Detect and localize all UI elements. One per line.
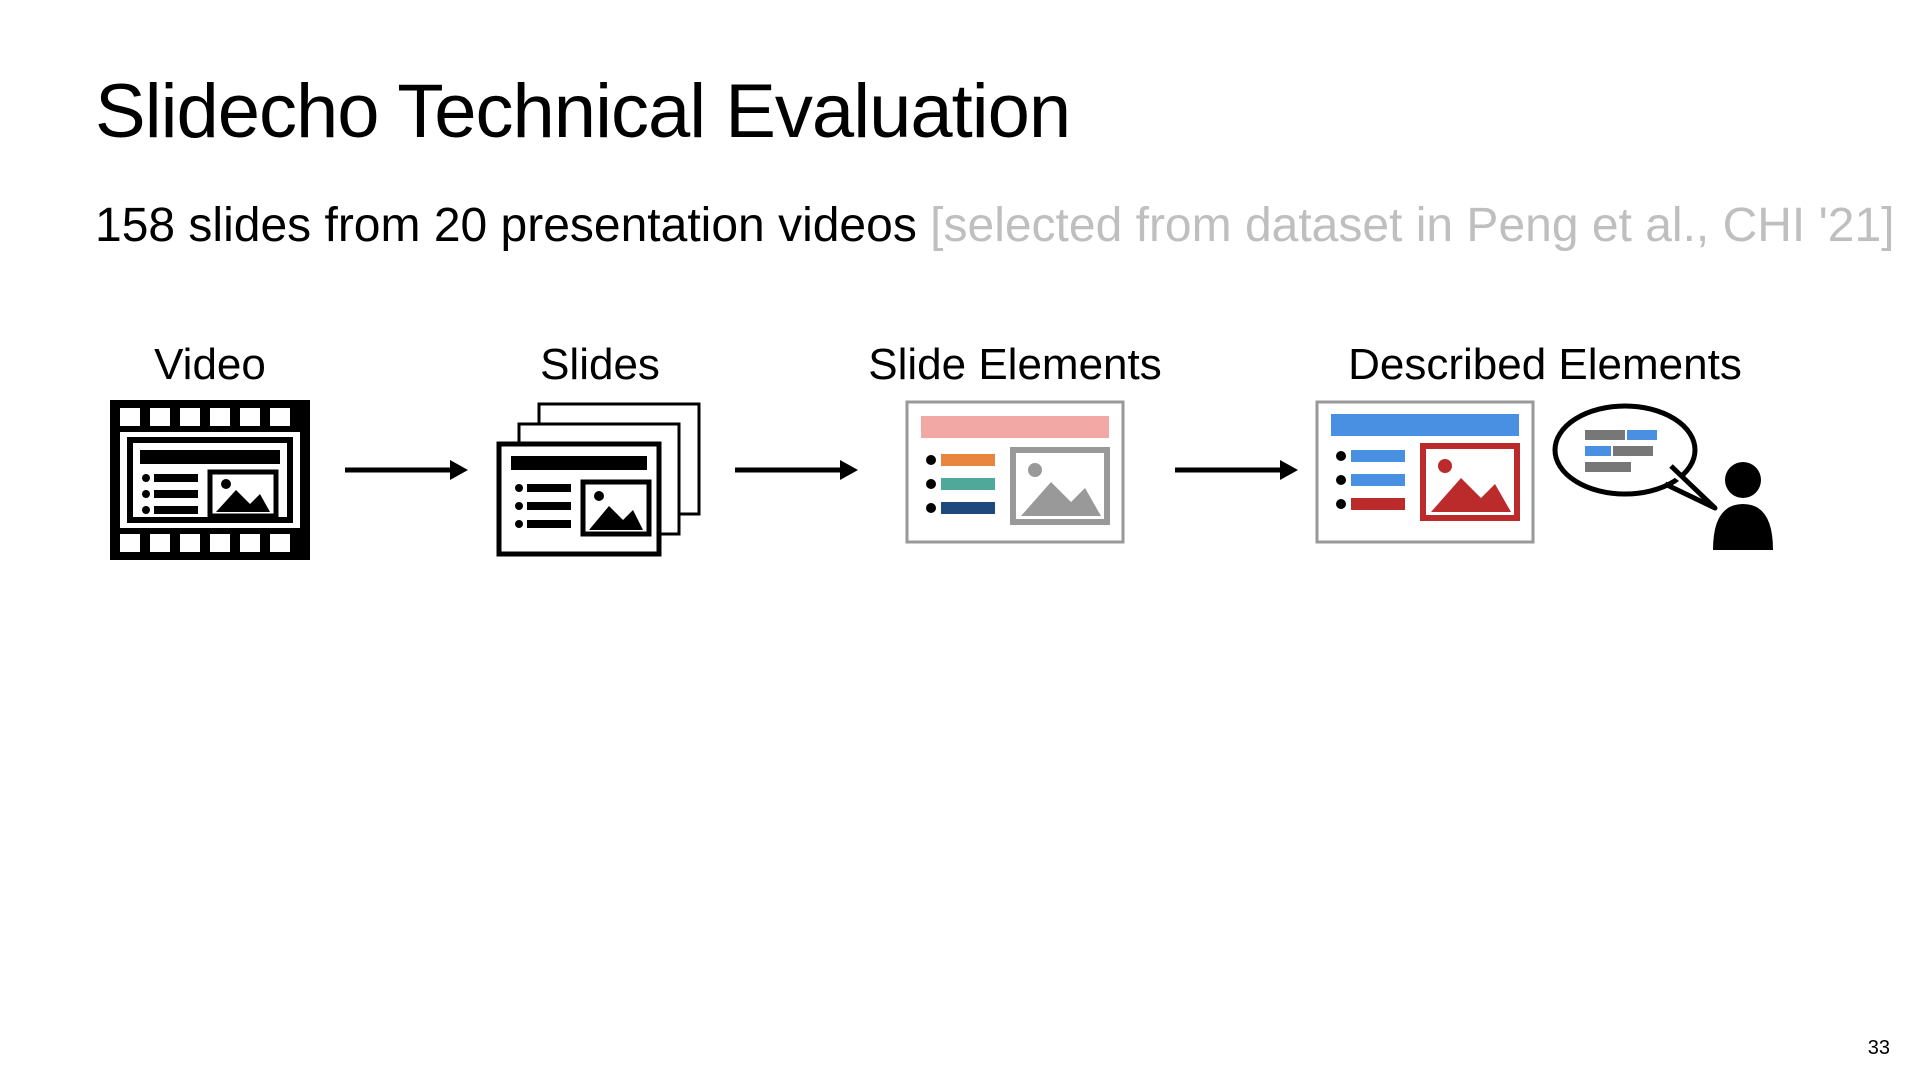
arrow-icon (1155, 390, 1315, 550)
stage-described-elements-label: Described Elements (1348, 340, 1742, 390)
film-icon (110, 400, 310, 565)
pipeline-diagram: Video (95, 340, 1825, 565)
subtitle-citation: [selected from dataset in Peng et al., C… (930, 199, 1894, 252)
stage-slides-label: Slides (540, 340, 660, 390)
slide-title: Slidecho Technical Evaluation (95, 68, 1070, 155)
subtitle-main: 158 slides from 20 presentation videos (95, 199, 930, 252)
slide: Slidecho Technical Evaluation 158 slides… (0, 0, 1920, 1080)
stage-video: Video (95, 340, 325, 565)
stage-described-elements: Described Elements (1315, 340, 1775, 565)
arrow-icon (715, 390, 875, 550)
page-number: 33 (1868, 1037, 1890, 1060)
arrow-icon (325, 390, 485, 550)
stage-slides: Slides (485, 340, 715, 565)
slide-elements-icon (905, 400, 1125, 555)
stage-slide-elements-label: Slide Elements (868, 340, 1161, 390)
slide-subtitle: 158 slides from 20 presentation videos [… (95, 198, 1895, 253)
described-elements-icon (1315, 400, 1775, 565)
slides-stack-icon (495, 400, 705, 565)
stage-video-label: Video (154, 340, 266, 390)
stage-slide-elements: Slide Elements (875, 340, 1155, 555)
